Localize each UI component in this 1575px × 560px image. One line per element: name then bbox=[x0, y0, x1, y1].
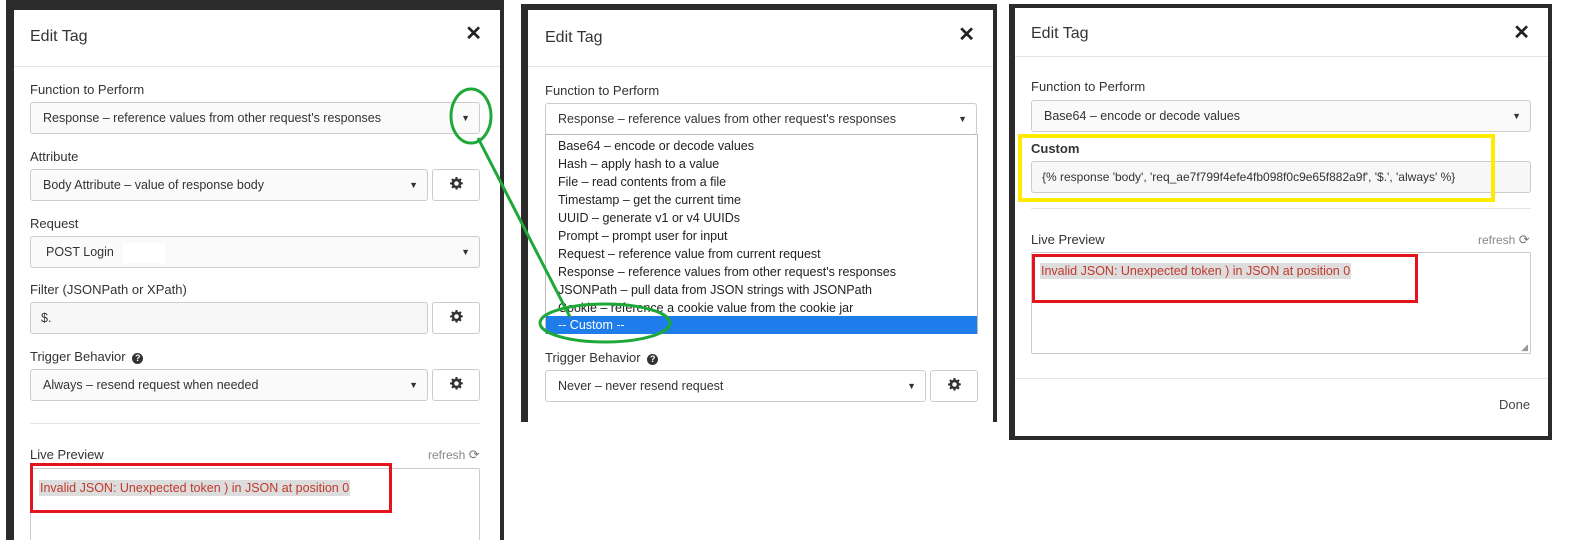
function-select[interactable]: Base64 – encode or decode values ▼ bbox=[1031, 100, 1531, 132]
refresh-button[interactable]: refresh ⟳ bbox=[428, 447, 480, 463]
filter-label: Filter (JSONPath or XPath) bbox=[30, 282, 187, 297]
trigger-label: Trigger Behavior ? bbox=[30, 349, 144, 364]
question-circle-icon[interactable]: ? bbox=[647, 354, 659, 365]
close-icon[interactable]: ✕ bbox=[958, 25, 975, 45]
dialog-header: Edit Tag ✕ bbox=[528, 10, 993, 67]
option-cookie[interactable]: Cookie – reference a cookie value from t… bbox=[558, 301, 853, 315]
refresh-button[interactable]: refresh ⟳ bbox=[1478, 232, 1530, 248]
function-options-list[interactable]: Base64 – encode or decode values Hash – … bbox=[545, 134, 978, 334]
function-select[interactable]: Response – reference values from other r… bbox=[30, 102, 480, 134]
resize-handle-icon[interactable]: ◢ bbox=[1521, 342, 1528, 353]
dialog-header: Edit Tag ✕ bbox=[14, 10, 500, 67]
option-jsonpath[interactable]: JSONPath – pull data from JSON strings w… bbox=[558, 283, 872, 297]
chevron-down-icon: ▼ bbox=[409, 180, 418, 190]
trigger-value: Always – resend request when needed bbox=[43, 378, 259, 392]
chevron-down-icon: ▼ bbox=[1512, 111, 1521, 121]
trigger-label: Trigger Behavior ? bbox=[545, 350, 659, 365]
option-prompt[interactable]: Prompt – prompt user for input bbox=[558, 229, 728, 243]
option-hash[interactable]: Hash – apply hash to a value bbox=[558, 157, 719, 171]
gear-icon bbox=[449, 310, 463, 326]
attribute-select[interactable]: Body Attribute – value of response body … bbox=[30, 169, 428, 201]
function-value: Response – reference values from other r… bbox=[43, 111, 381, 125]
function-value: Response – reference values from other r… bbox=[558, 112, 896, 126]
request-select[interactable]: POST Login ▼ bbox=[30, 236, 480, 268]
chevron-down-icon: ▼ bbox=[409, 380, 418, 390]
request-label: Request bbox=[30, 216, 79, 231]
attribute-value: Body Attribute – value of response body bbox=[43, 178, 264, 192]
close-icon[interactable]: ✕ bbox=[1513, 23, 1530, 43]
filter-input[interactable]: $. bbox=[30, 302, 428, 334]
option-request[interactable]: Request – reference value from current r… bbox=[558, 247, 821, 261]
close-icon[interactable]: ✕ bbox=[465, 24, 482, 44]
dialog-title: Edit Tag bbox=[30, 28, 88, 45]
chevron-down-icon: ▼ bbox=[461, 247, 470, 257]
divider bbox=[30, 423, 480, 424]
trigger-settings-button[interactable] bbox=[930, 370, 978, 402]
refresh-icon: ⟳ bbox=[1518, 232, 1530, 247]
edit-tag-dialog-3: Edit Tag ✕ Function to Perform Base64 – … bbox=[1015, 8, 1548, 436]
option-response[interactable]: Response – reference values from other r… bbox=[558, 265, 896, 279]
trigger-label-text: Trigger Behavior bbox=[30, 349, 126, 364]
annotation-yellow-box bbox=[1018, 134, 1495, 202]
annotation-red-box bbox=[1032, 254, 1418, 303]
trigger-settings-button[interactable] bbox=[432, 369, 480, 401]
trigger-select[interactable]: Never – never resend request ▼ bbox=[545, 370, 926, 402]
option-timestamp[interactable]: Timestamp – get the current time bbox=[558, 193, 741, 207]
filter-settings-button[interactable] bbox=[432, 302, 480, 334]
function-value: Base64 – encode or decode values bbox=[1044, 109, 1240, 123]
dialog-header: Edit Tag ✕ bbox=[1015, 8, 1548, 57]
dialog-title: Edit Tag bbox=[1031, 25, 1089, 42]
trigger-label-text: Trigger Behavior bbox=[545, 350, 641, 365]
divider bbox=[1031, 208, 1531, 209]
attribute-settings-button[interactable] bbox=[432, 169, 480, 201]
option-custom-selected[interactable]: -- Custom -- bbox=[546, 316, 977, 334]
gear-icon bbox=[449, 377, 463, 393]
question-circle-icon[interactable]: ? bbox=[132, 353, 144, 364]
done-button[interactable]: Done bbox=[1499, 397, 1530, 412]
function-label: Function to Perform bbox=[1031, 79, 1146, 94]
refresh-label: refresh bbox=[1478, 233, 1516, 247]
refresh-label: refresh bbox=[428, 448, 466, 462]
footer-divider bbox=[1015, 378, 1548, 379]
chevron-down-icon: ▼ bbox=[907, 381, 916, 391]
live-preview-label: Live Preview bbox=[30, 447, 104, 462]
option-uuid[interactable]: UUID – generate v1 or v4 UUIDs bbox=[558, 211, 740, 225]
annotation-red-box bbox=[30, 463, 392, 513]
gear-icon bbox=[947, 378, 961, 394]
live-preview-label: Live Preview bbox=[1031, 232, 1105, 247]
trigger-select[interactable]: Always – resend request when needed ▼ bbox=[30, 369, 428, 401]
function-label: Function to Perform bbox=[30, 82, 145, 97]
chevron-down-icon: ▼ bbox=[958, 114, 967, 124]
redacted-block bbox=[123, 242, 166, 263]
gear-icon bbox=[449, 177, 463, 193]
edit-tag-dialog-2: Edit Tag ✕ Function to Perform Response … bbox=[528, 10, 993, 422]
refresh-icon: ⟳ bbox=[468, 447, 480, 462]
function-label: Function to Perform bbox=[545, 83, 660, 98]
edit-tag-dialog-1: Edit Tag ✕ Function to Perform Response … bbox=[14, 10, 500, 540]
dialog-title: Edit Tag bbox=[545, 29, 603, 46]
option-base64[interactable]: Base64 – encode or decode values bbox=[558, 139, 754, 153]
function-select[interactable]: Response – reference values from other r… bbox=[545, 103, 977, 135]
attribute-label: Attribute bbox=[30, 149, 79, 164]
chevron-down-icon: ▼ bbox=[461, 113, 470, 123]
request-value: POST Login bbox=[46, 245, 114, 259]
trigger-value: Never – never resend request bbox=[558, 379, 724, 393]
option-file[interactable]: File – read contents from a file bbox=[558, 175, 726, 189]
